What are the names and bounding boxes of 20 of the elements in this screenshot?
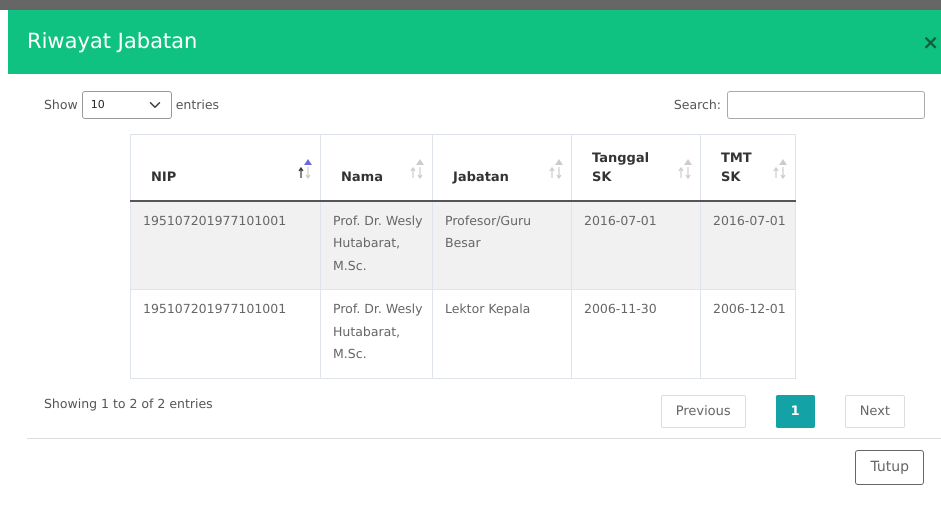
table-cell: 2006-11-30: [572, 290, 700, 378]
show-label: Show: [44, 96, 78, 114]
table-cell: Prof. Dr. Wesly Hutabarat, M.Sc.: [320, 290, 432, 378]
modal-title: Riwayat Jabatan: [27, 29, 198, 55]
table-cell: 2016-07-01: [700, 200, 796, 290]
pagination-button[interactable]: Previous: [660, 394, 746, 428]
pagination-button[interactable]: Next: [844, 394, 905, 428]
table-cell: 2006-12-01: [700, 290, 796, 378]
table-cell: 2016-07-01: [572, 200, 700, 290]
entries-info: Showing 1 to 2 of 2 entries: [44, 394, 213, 413]
search-field[interactable]: [727, 91, 925, 119]
table-cell: 195107201977101001: [130, 290, 320, 378]
search-label: Search:: [674, 96, 721, 114]
close-button[interactable]: Tutup: [855, 450, 924, 485]
table-cell: Profesor/Guru Besar: [432, 200, 572, 290]
page-length-select[interactable]: 10: [82, 91, 172, 119]
table-cell: Lektor Kepala: [432, 290, 572, 378]
table-cell: 195107201977101001: [130, 200, 320, 290]
entries-label: entries: [176, 96, 220, 114]
table-cell: Prof. Dr. Wesly Hutabarat, M.Sc.: [320, 200, 432, 290]
